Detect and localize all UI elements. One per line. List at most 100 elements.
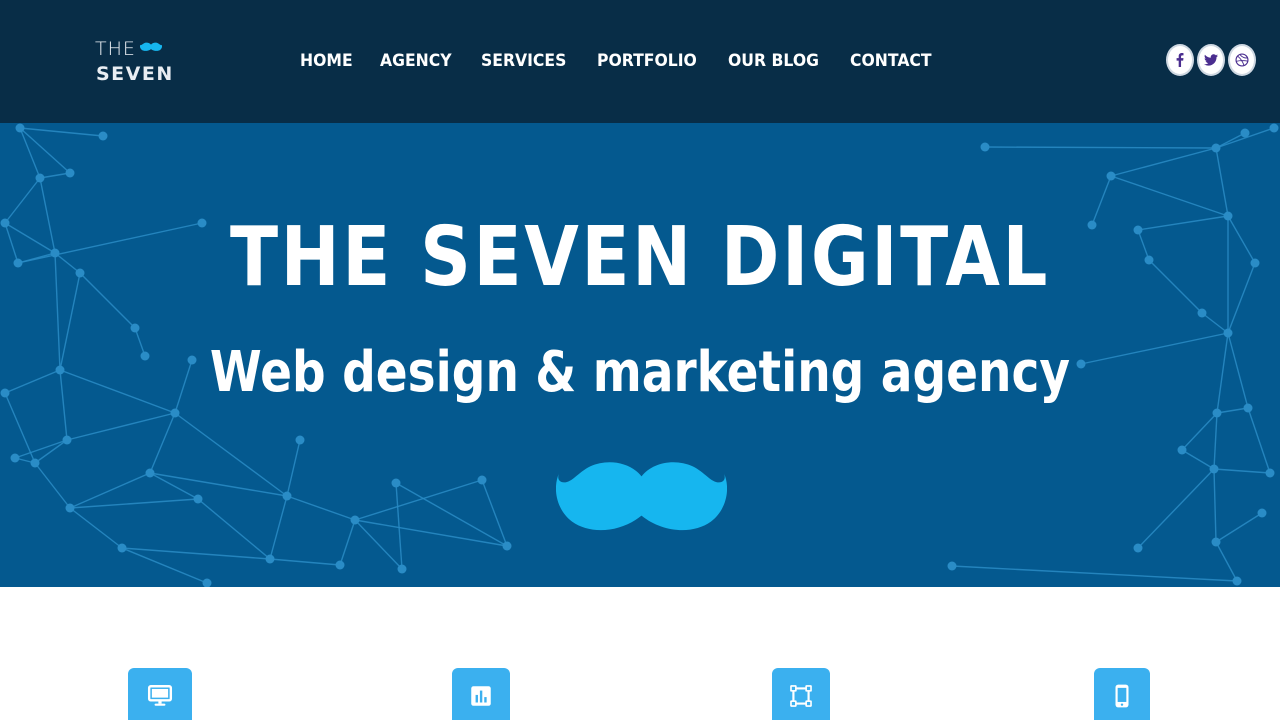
network-line (1215, 541, 1238, 582)
vector-shape-icon (790, 685, 812, 707)
network-line (59, 369, 68, 441)
network-node (65, 503, 75, 513)
network-line (1110, 147, 1217, 177)
network-line (1215, 147, 1229, 217)
network-line (4, 369, 61, 394)
network-node (130, 323, 140, 333)
nav-item-home[interactable]: HOME (300, 49, 353, 73)
network-line (984, 146, 1217, 149)
network-node (1106, 171, 1116, 181)
network-node (1223, 328, 1233, 338)
network-line (269, 558, 341, 566)
network-node (282, 491, 292, 501)
network-node (1197, 308, 1207, 318)
nav-item-contact[interactable]: CONTACT (850, 49, 932, 73)
network-line (1181, 449, 1215, 470)
facebook-link[interactable] (1166, 44, 1194, 76)
network-line (54, 252, 61, 371)
network-node (1212, 408, 1222, 418)
network-line (1181, 412, 1218, 451)
desktop-icon (147, 685, 173, 706)
network-node (1133, 543, 1143, 553)
mustache-icon (140, 42, 162, 51)
network-line (1215, 512, 1263, 543)
network-node (295, 435, 305, 445)
network-node (391, 478, 401, 488)
network-line (34, 462, 71, 509)
network-node (477, 475, 487, 485)
network-line (481, 479, 508, 547)
brand-logo[interactable]: THE SEVEN (95, 38, 175, 86)
network-line (34, 439, 68, 464)
network-node (1211, 537, 1221, 547)
dribbble-icon (1235, 53, 1249, 67)
network-node (1211, 143, 1221, 153)
network-node (50, 248, 60, 258)
network-node (0, 388, 10, 398)
network-line (4, 222, 56, 254)
feature-mobile-tile (1094, 668, 1150, 720)
twitter-link[interactable] (1197, 44, 1225, 76)
network-line (1213, 412, 1218, 470)
network-node (980, 142, 990, 152)
network-line (1216, 332, 1229, 414)
network-node (1269, 123, 1279, 133)
network-node (202, 578, 212, 587)
network-node (193, 494, 203, 504)
nav-item-our-blog[interactable]: OUR BLOG (728, 49, 819, 73)
network-node (0, 218, 10, 228)
network-node (1223, 211, 1233, 221)
network-line (1137, 468, 1215, 549)
network-node (10, 453, 20, 463)
network-node (1209, 464, 1219, 474)
network-node (65, 168, 75, 178)
network-node (947, 561, 957, 571)
brand-line-2: SEVEN (96, 63, 174, 85)
network-node (502, 541, 512, 551)
network-line (66, 412, 176, 441)
network-node (397, 564, 407, 574)
network-line (1216, 407, 1249, 414)
network-line (1227, 215, 1256, 264)
network-node (1250, 258, 1260, 268)
network-line (69, 507, 123, 549)
facebook-icon (1176, 53, 1184, 67)
nav-item-services[interactable]: SERVICES (481, 49, 566, 73)
network-line (39, 172, 71, 179)
feature-vector-tile (772, 668, 830, 720)
site-header: THE SEVEN HOME AGENCY SERVICES PORTFOLIO… (0, 0, 1280, 123)
mobile-icon (1115, 684, 1129, 708)
network-node (170, 408, 180, 418)
network-line (1247, 407, 1271, 474)
network-node (350, 515, 360, 525)
nav-item-portfolio[interactable]: PORTFOLIO (597, 49, 697, 73)
feature-chart-tile (452, 668, 510, 720)
network-line (951, 565, 1238, 582)
network-line (197, 498, 271, 560)
network-node (55, 365, 65, 375)
network-line (286, 495, 356, 521)
network-node (335, 560, 345, 570)
network-node (265, 554, 275, 564)
nav-item-agency[interactable]: AGENCY (380, 49, 452, 73)
network-line (174, 412, 288, 497)
network-line (1213, 468, 1217, 543)
network-node (98, 131, 108, 141)
network-node (62, 435, 72, 445)
main-nav: HOME AGENCY SERVICES PORTFOLIO OUR BLOG … (300, 49, 962, 73)
mustache-icon (556, 462, 727, 531)
network-line (1227, 332, 1249, 409)
network-node (15, 123, 25, 133)
network-line (1201, 312, 1229, 334)
network-line (39, 177, 56, 254)
network-node (1177, 445, 1187, 455)
network-line (14, 439, 68, 459)
network-line (354, 479, 483, 521)
network-line (19, 127, 71, 174)
network-node (1243, 403, 1253, 413)
network-node (75, 268, 85, 278)
network-node (13, 258, 23, 268)
network-node (1240, 128, 1250, 138)
dribbble-link[interactable] (1228, 44, 1256, 76)
hero-subtitle: Web design & marketing agency (209, 340, 1071, 405)
